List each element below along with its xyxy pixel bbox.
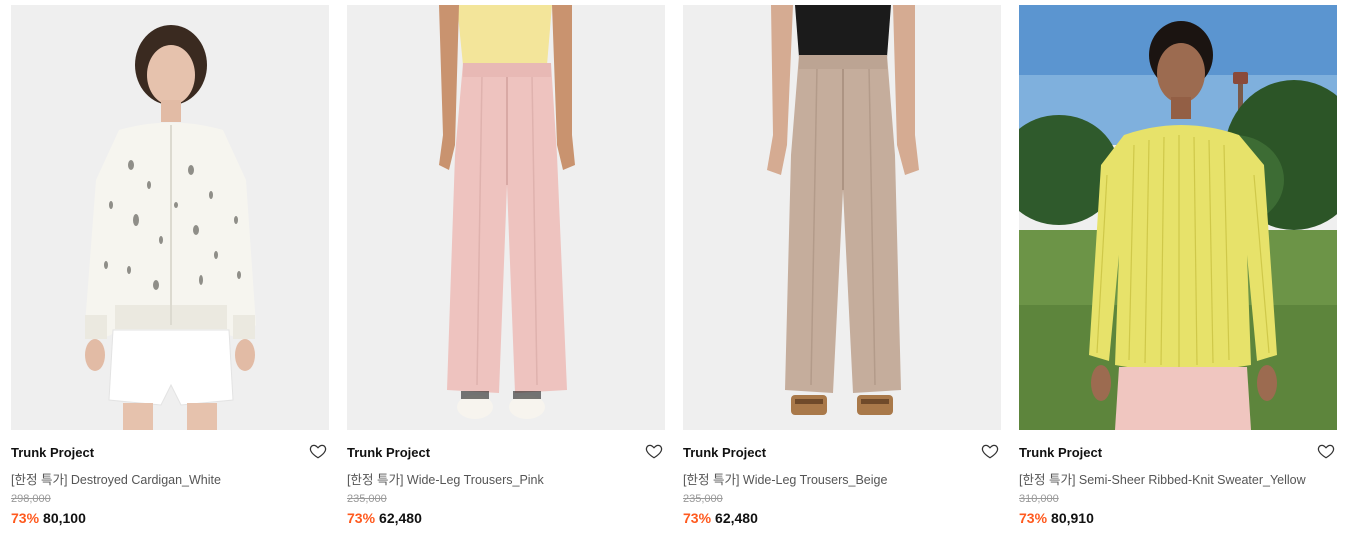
original-price: 235,000 [683, 493, 723, 505]
product-brand[interactable]: Trunk Project [347, 445, 430, 460]
product-card[interactable]: Trunk Project [한정 특가] Wide-Leg Trousers_… [683, 5, 1001, 535]
product-image-cardigan[interactable] [11, 5, 329, 430]
original-price: 235,000 [347, 493, 387, 505]
beige-trousers-photo [683, 5, 1001, 430]
product-grid: Trunk Project [한정 특가] Destroyed Cardigan… [11, 5, 1337, 535]
discount-rate: 73% [1019, 510, 1048, 526]
cardigan-photo [11, 5, 329, 430]
product-card[interactable]: Trunk Project [한정 특가] Wide-Leg Trousers_… [347, 5, 665, 535]
product-image-beige-trousers[interactable] [683, 5, 1001, 430]
heart-outline-icon[interactable] [981, 442, 999, 460]
original-price: 310,000 [1019, 493, 1059, 505]
heart-outline-icon[interactable] [1317, 442, 1335, 460]
product-name[interactable]: [한정 특가] Destroyed Cardigan_White [11, 469, 221, 488]
original-price: 298,000 [11, 493, 51, 505]
sale-price: 62,480 [715, 510, 758, 526]
heart-outline-icon[interactable] [309, 442, 327, 460]
product-name[interactable]: [한정 특가] Wide-Leg Trousers_Beige [683, 469, 887, 488]
product-card[interactable]: Trunk Project [한정 특가] Destroyed Cardigan… [11, 5, 329, 535]
discount-rate: 73% [683, 510, 712, 526]
sale-price: 80,910 [1051, 510, 1094, 526]
product-brand[interactable]: Trunk Project [683, 445, 766, 460]
pink-trousers-photo [347, 5, 665, 430]
price-line: 73% 62,480 [683, 510, 758, 526]
product-name[interactable]: [한정 특가] Wide-Leg Trousers_Pink [347, 469, 544, 488]
product-name[interactable]: [한정 특가] Semi-Sheer Ribbed-Knit Sweater_Y… [1019, 469, 1306, 488]
price-line: 73% 80,100 [11, 510, 86, 526]
product-card[interactable]: Trunk Project [한정 특가] Semi-Sheer Ribbed-… [1019, 5, 1337, 535]
sale-price: 62,480 [379, 510, 422, 526]
product-image-yellow-sweater[interactable] [1019, 5, 1337, 430]
discount-rate: 73% [11, 510, 40, 526]
product-brand[interactable]: Trunk Project [1019, 445, 1102, 460]
sale-price: 80,100 [43, 510, 86, 526]
product-image-pink-trousers[interactable] [347, 5, 665, 430]
yellow-sweater-photo [1019, 5, 1337, 430]
heart-outline-icon[interactable] [645, 442, 663, 460]
product-brand[interactable]: Trunk Project [11, 445, 94, 460]
price-line: 73% 80,910 [1019, 510, 1094, 526]
price-line: 73% 62,480 [347, 510, 422, 526]
discount-rate: 73% [347, 510, 376, 526]
